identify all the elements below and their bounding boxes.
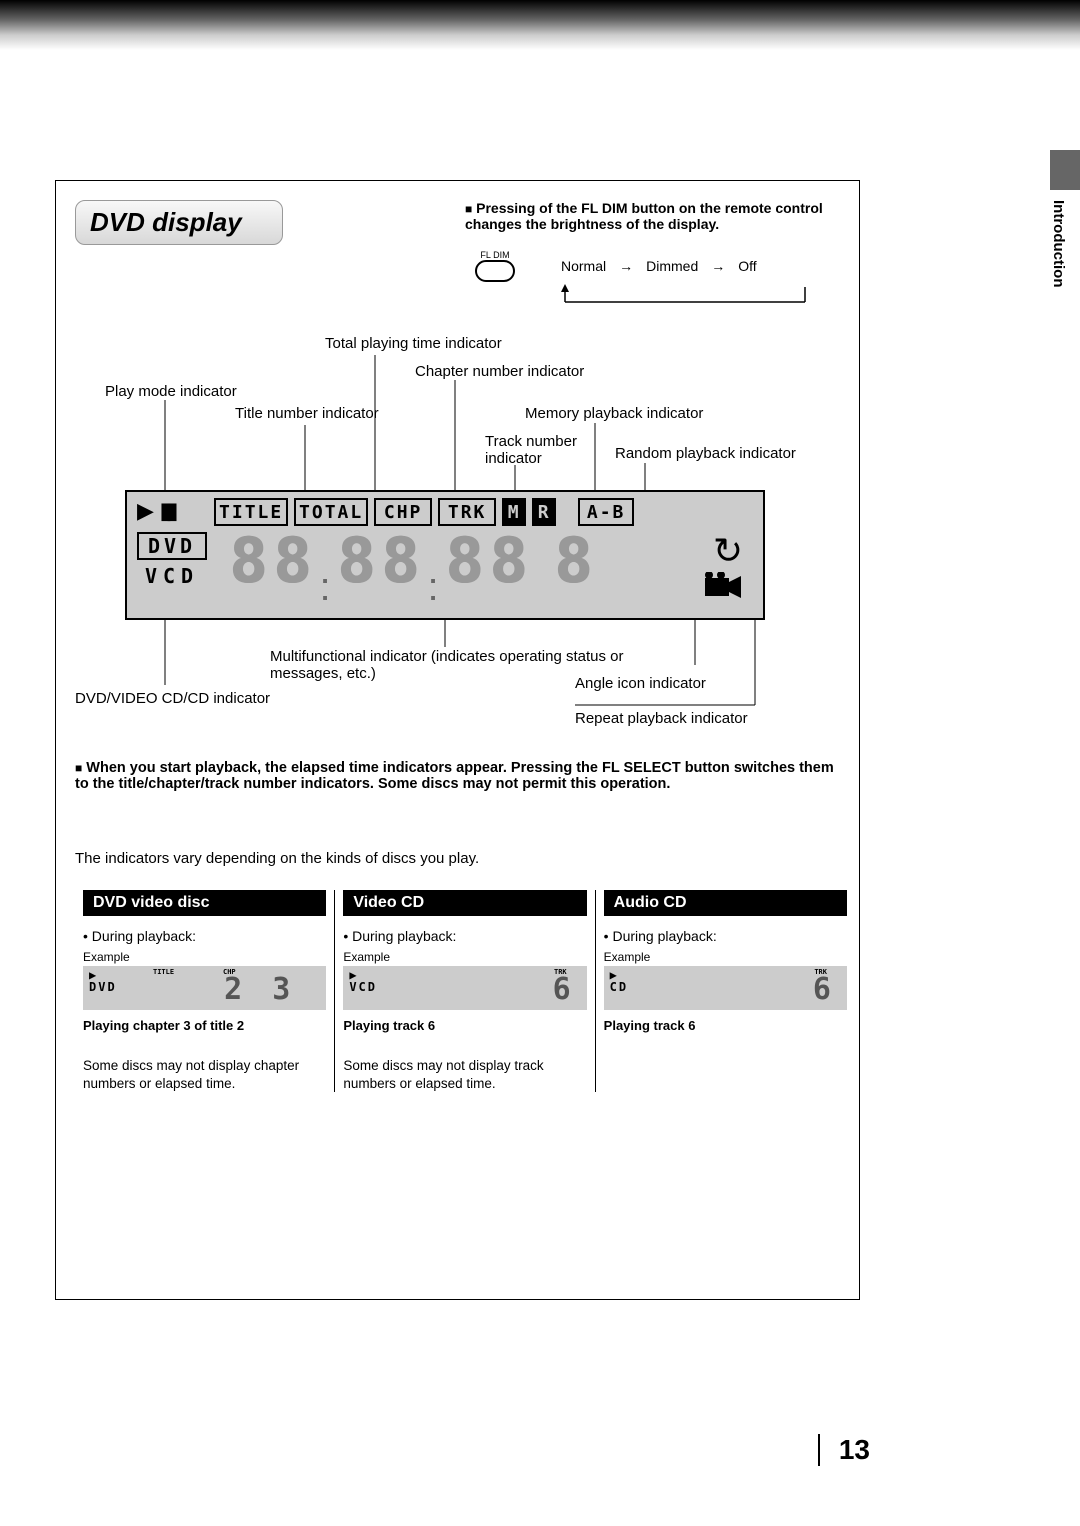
- col-vcd-note: Some discs may not display track numbers…: [343, 1057, 586, 1092]
- callout-chapter: Chapter number indicator: [415, 363, 584, 380]
- label-ab: A-B: [578, 498, 634, 526]
- callout-random: Random playback indicator: [615, 445, 796, 462]
- vary-note: The indicators vary depending on the kin…: [75, 850, 479, 867]
- fldim-button-icon: [475, 260, 515, 282]
- col-vcd-display: ▶ VCD TRK 6: [343, 966, 586, 1010]
- callout-total-time: Total playing time indicator: [325, 335, 502, 352]
- page-title: DVD display: [75, 200, 283, 245]
- col-vcd-header: Video CD: [343, 890, 586, 916]
- col-cd: Audio CD • During playback: Example ▶ CD…: [595, 890, 855, 1092]
- callout-track: Track number indicator: [485, 433, 585, 467]
- top-gradient: [0, 0, 1080, 50]
- seven-segment-digits: : :: [227, 530, 657, 600]
- page-number: 13: [839, 1434, 870, 1466]
- callout-memory: Memory playback indicator: [525, 405, 703, 422]
- col-dvd-note: Some discs may not display chapter numbe…: [83, 1057, 326, 1092]
- fldim-state-normal: Normal: [561, 258, 606, 274]
- fldim-state-off: Off: [738, 258, 756, 274]
- disc-types-columns: DVD video disc • During playback: Exampl…: [75, 890, 855, 1092]
- label-total: TOTAL: [294, 498, 368, 526]
- col-dvd-header: DVD video disc: [83, 890, 326, 916]
- label-r: R: [532, 498, 556, 526]
- label-chp: CHP: [374, 498, 432, 526]
- label-dvd: DVD: [137, 532, 207, 560]
- col-dvd-example-label: Example: [83, 950, 326, 964]
- fldim-note: ■ Pressing of the FL DIM button on the r…: [465, 200, 845, 232]
- col-cd-caption: Playing track 6: [604, 1018, 847, 1033]
- col-vcd-example-label: Example: [343, 950, 586, 964]
- section-tab-label: Introduction: [1050, 190, 1072, 287]
- section-tab: Introduction: [1050, 150, 1080, 350]
- pause-icon: ▮▮: [160, 498, 172, 526]
- play-icon: ▶: [137, 498, 154, 526]
- col-vcd-caption: Playing track 6: [343, 1018, 586, 1033]
- col-dvd-during: During playback:: [92, 928, 196, 944]
- col-dvd-caption: Playing chapter 3 of title 2: [83, 1018, 326, 1033]
- label-m: M: [502, 498, 526, 526]
- fl-select-note: ■ When you start playback, the elapsed t…: [75, 760, 845, 792]
- col-dvd-display: ▶ DVD TITLE CHP 2 3: [83, 966, 326, 1010]
- col-vcd-during: During playback:: [352, 928, 456, 944]
- label-vcd: VCD: [137, 564, 207, 588]
- col-cd-header: Audio CD: [604, 890, 847, 916]
- main-display-panel: ▶ ▮▮ TITLE TOTAL CHP TRK M R A-B DVD VCD…: [125, 490, 765, 620]
- page-number-divider: [818, 1434, 820, 1466]
- callout-angle: Angle icon indicator: [575, 675, 706, 692]
- fldim-state-dimmed: Dimmed: [646, 258, 698, 274]
- fldim-diagram: FL DIM Normal → Dimmed → Off: [475, 250, 865, 315]
- col-dvd: DVD video disc • During playback: Exampl…: [75, 890, 334, 1092]
- repeat-icon: ↻: [713, 530, 743, 572]
- label-title: TITLE: [214, 498, 288, 526]
- col-vcd: Video CD • During playback: Example ▶ VC…: [334, 890, 594, 1092]
- callout-repeat: Repeat playback indicator: [575, 710, 748, 727]
- col-cd-example-label: Example: [604, 950, 847, 964]
- col-cd-during: During playback:: [612, 928, 716, 944]
- callout-dvdcd: DVD/VIDEO CD/CD indicator: [75, 690, 270, 707]
- col-cd-display: ▶ CD TRK 6: [604, 966, 847, 1010]
- camera-angle-icon: [703, 572, 743, 610]
- callout-title-num: Title number indicator: [235, 405, 379, 422]
- label-trk: TRK: [438, 498, 496, 526]
- callout-play-mode: Play mode indicator: [105, 383, 237, 400]
